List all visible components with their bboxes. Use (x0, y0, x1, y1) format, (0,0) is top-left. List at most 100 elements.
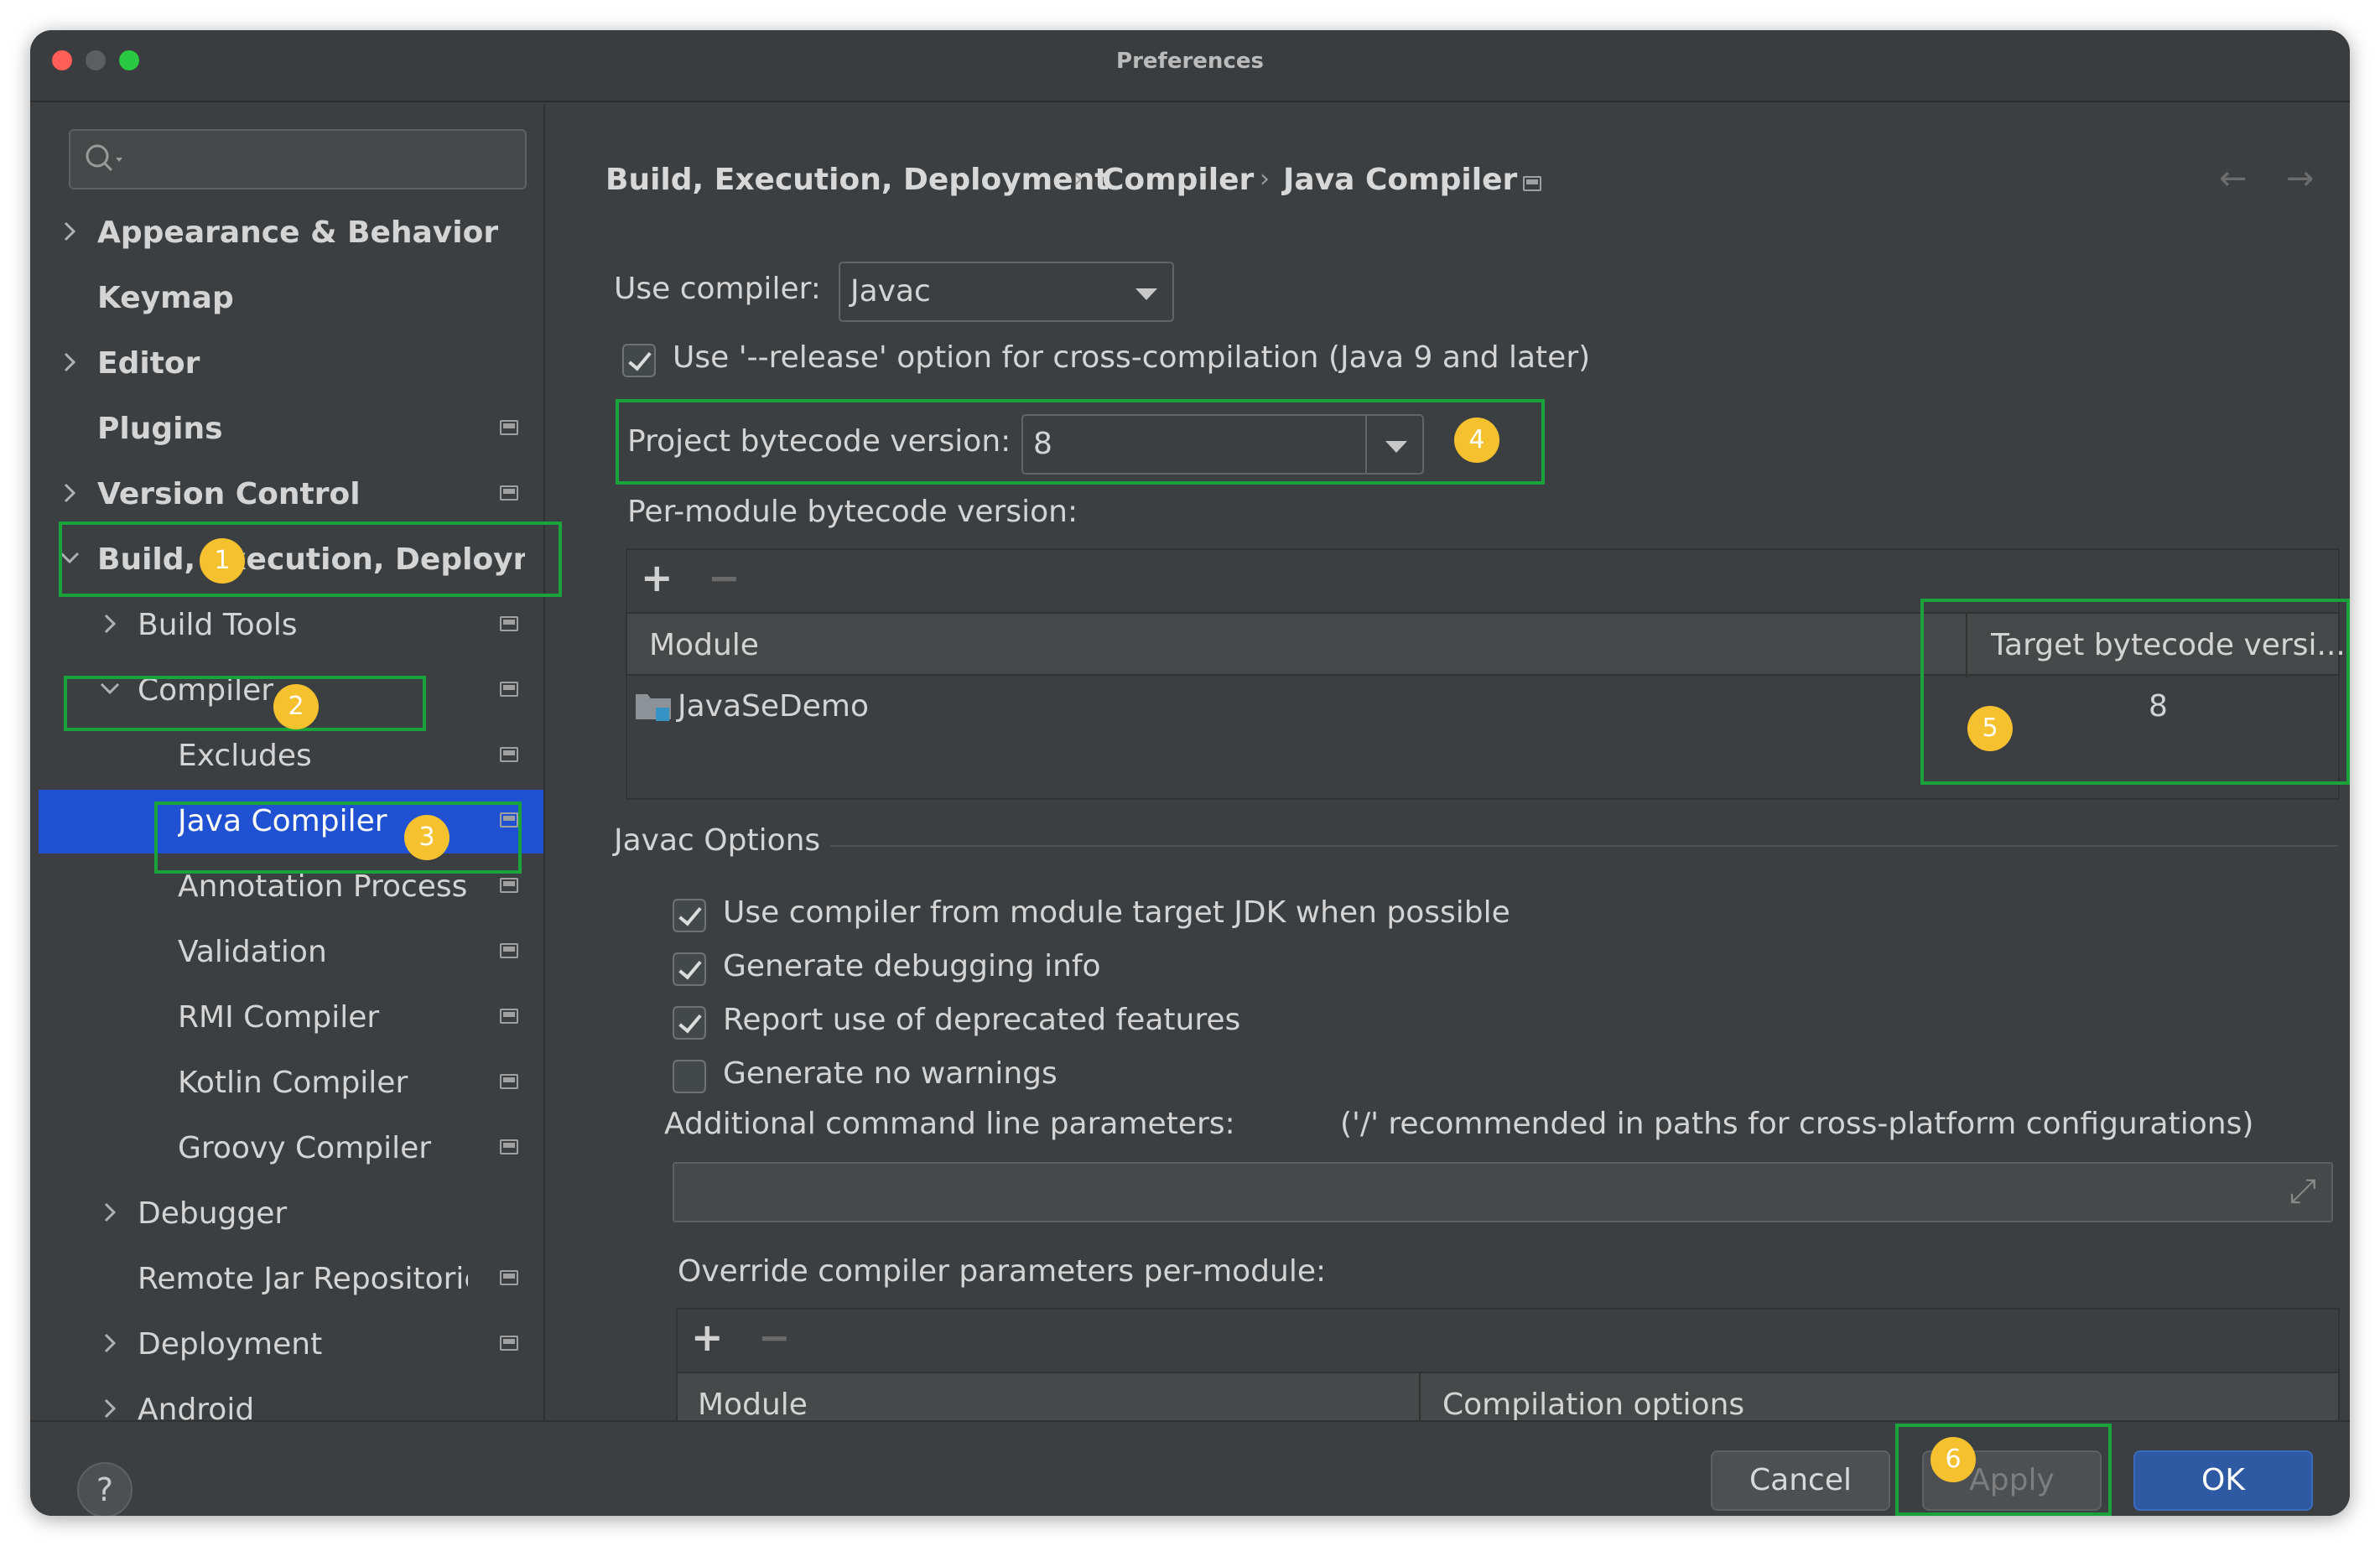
sidebar-item-label: Kotlin Compiler (178, 1066, 408, 1100)
settings-search-field[interactable] (69, 129, 527, 189)
breadcrumb-item-java-compiler: Java Compiler (1283, 163, 1518, 197)
expand-icon[interactable]: ⤢ (2289, 1172, 2316, 1211)
project-scope-icon (500, 420, 518, 435)
option-label-module-jdk: Use compiler from module target JDK when… (723, 895, 1510, 930)
project-scope-icon (500, 485, 518, 501)
add-override-button[interactable]: + (691, 1318, 724, 1357)
project-scope-icon (500, 747, 518, 762)
breadcrumb-separator: › (1073, 164, 1083, 194)
release-option-checkbox[interactable] (622, 344, 656, 377)
module-name: JavaSeDemo (678, 689, 870, 724)
help-button[interactable]: ? (77, 1462, 133, 1516)
step-badge-4: 4 (1454, 418, 1499, 463)
sidebar-item-excludes[interactable]: Excludes (39, 724, 543, 788)
sidebar-item-editor[interactable]: Editor (39, 332, 543, 396)
project-scope-icon (500, 1270, 518, 1285)
dialog-footer: ? Cancel Apply OK 6 (30, 1420, 2350, 1516)
option-checkbox-deprecation[interactable] (673, 1006, 706, 1040)
project-scope-icon (500, 943, 518, 958)
sidebar-item-label: Build Tools (138, 608, 298, 642)
sidebar-item-label: Keymap (97, 281, 234, 315)
sidebar-item-label: Appearance & Behavior (97, 215, 499, 250)
additional-params-hint: ('/' recommended in paths for cross-plat… (1340, 1107, 2254, 1141)
additional-params-label: Additional command line parameters: (664, 1107, 1235, 1141)
per-module-label: Per-module bytecode version: (627, 495, 1078, 529)
breadcrumb-item-compiler[interactable]: Compiler (1102, 163, 1254, 197)
breadcrumb-separator: › (1260, 164, 1270, 194)
sidebar-item-groovy-compiler[interactable]: Groovy Compiler (39, 1117, 543, 1180)
option-label-debug-info: Generate debugging info (723, 949, 1101, 983)
sidebar-item-version-control[interactable]: Version Control (39, 463, 543, 527)
sidebar-item-build-tools[interactable]: Build Tools (39, 594, 543, 657)
project-scope-icon (500, 682, 518, 697)
search-icon (86, 144, 122, 172)
module-folder-icon (636, 694, 671, 721)
java-compiler-page: Build, Execution, Deployment › Compiler … (545, 104, 2350, 1437)
sidebar-item-debugger[interactable]: Debugger (39, 1182, 543, 1246)
sidebar-item-label: Remote Jar Repositories (138, 1262, 468, 1296)
sidebar-item-label: RMI Compiler (178, 1000, 380, 1035)
release-option-label: Use '--release' option for cross-compila… (673, 340, 1591, 375)
sidebar-item-rmi-compiler[interactable]: RMI Compiler (39, 986, 543, 1050)
step-badge-2: 2 (273, 684, 319, 729)
sidebar-item-validation[interactable]: Validation (39, 921, 543, 984)
remove-override-button[interactable]: − (758, 1318, 791, 1357)
section-divider (830, 845, 2338, 847)
project-scope-icon (500, 1009, 518, 1024)
use-compiler-dropdown[interactable]: Javac (839, 262, 1174, 322)
preferences-window: Preferences Appearance & Behavior Keymap E… (30, 30, 2350, 1516)
override-params-table-panel: + − Module Compilation options (676, 1308, 2340, 1437)
sidebar-item-label: Excludes (178, 739, 312, 773)
back-arrow-icon[interactable]: ← (2219, 159, 2247, 198)
forward-arrow-icon[interactable]: → (2286, 159, 2315, 198)
chevron-down-icon (1135, 288, 1157, 300)
add-module-button[interactable]: + (641, 558, 673, 597)
step-badge-5: 5 (1967, 706, 2013, 751)
javac-options-title: Javac Options (614, 823, 821, 858)
project-scope-icon (500, 1074, 518, 1089)
project-scope-icon (1523, 176, 1541, 191)
breadcrumb-item-build[interactable]: Build, Execution, Deployment (605, 163, 1109, 197)
option-label-deprecation: Report use of deprecated features (723, 1003, 1241, 1037)
project-scope-icon (500, 1336, 518, 1351)
settings-sidebar: Appearance & Behavior Keymap Editor Plugins… (39, 104, 543, 1427)
sidebar-item-label: Plugins (97, 412, 223, 446)
sidebar-item-deployment[interactable]: Deployment (39, 1313, 543, 1377)
option-checkbox-debug-info[interactable] (673, 952, 706, 986)
sidebar-item-label: Validation (178, 935, 327, 969)
highlight-box-project-bytecode (616, 399, 1545, 485)
highlight-box-build-execution (59, 521, 562, 597)
highlight-box-compiler (64, 676, 426, 731)
override-params-label: Override compiler parameters per-module: (678, 1254, 1327, 1289)
sidebar-item-appearance-behavior[interactable]: Appearance & Behavior (39, 201, 543, 265)
use-compiler-label: Use compiler: (614, 272, 821, 306)
title-bar: Preferences (30, 30, 2350, 102)
project-scope-icon (500, 616, 518, 631)
option-checkbox-module-jdk[interactable] (673, 899, 706, 932)
project-scope-icon (500, 1139, 518, 1154)
sidebar-item-kotlin-compiler[interactable]: Kotlin Compiler (39, 1051, 543, 1115)
sidebar-item-keymap[interactable]: Keymap (39, 267, 543, 330)
highlight-box-apply (1895, 1424, 2112, 1516)
sidebar-item-label: Groovy Compiler (178, 1131, 432, 1165)
sidebar-item-label: Editor (97, 346, 200, 381)
additional-params-input[interactable]: ⤢ (673, 1162, 2333, 1222)
option-checkbox-no-warnings[interactable] (673, 1060, 706, 1093)
window-title: Preferences (1116, 49, 1264, 74)
ok-button[interactable]: OK (2133, 1450, 2313, 1511)
sidebar-item-label: Version Control (97, 477, 361, 511)
cancel-button[interactable]: Cancel (1711, 1450, 1890, 1511)
use-compiler-value: Javac (850, 274, 931, 309)
step-badge-1: 1 (200, 538, 245, 584)
highlight-box-java-compiler (154, 802, 522, 874)
step-badge-6: 6 (1931, 1437, 1976, 1482)
remove-module-button[interactable]: − (708, 558, 741, 597)
sidebar-item-remote-jar-repositories[interactable]: Remote Jar Repositories (39, 1248, 543, 1311)
highlight-box-target-bytecode (1920, 599, 2350, 785)
sidebar-item-label: Deployment (138, 1327, 323, 1362)
step-badge-3: 3 (404, 815, 449, 860)
sidebar-item-plugins[interactable]: Plugins (39, 397, 543, 461)
project-scope-icon (500, 878, 518, 893)
column-header-module[interactable]: Module (649, 614, 1907, 677)
sidebar-item-label: Debugger (138, 1196, 288, 1231)
